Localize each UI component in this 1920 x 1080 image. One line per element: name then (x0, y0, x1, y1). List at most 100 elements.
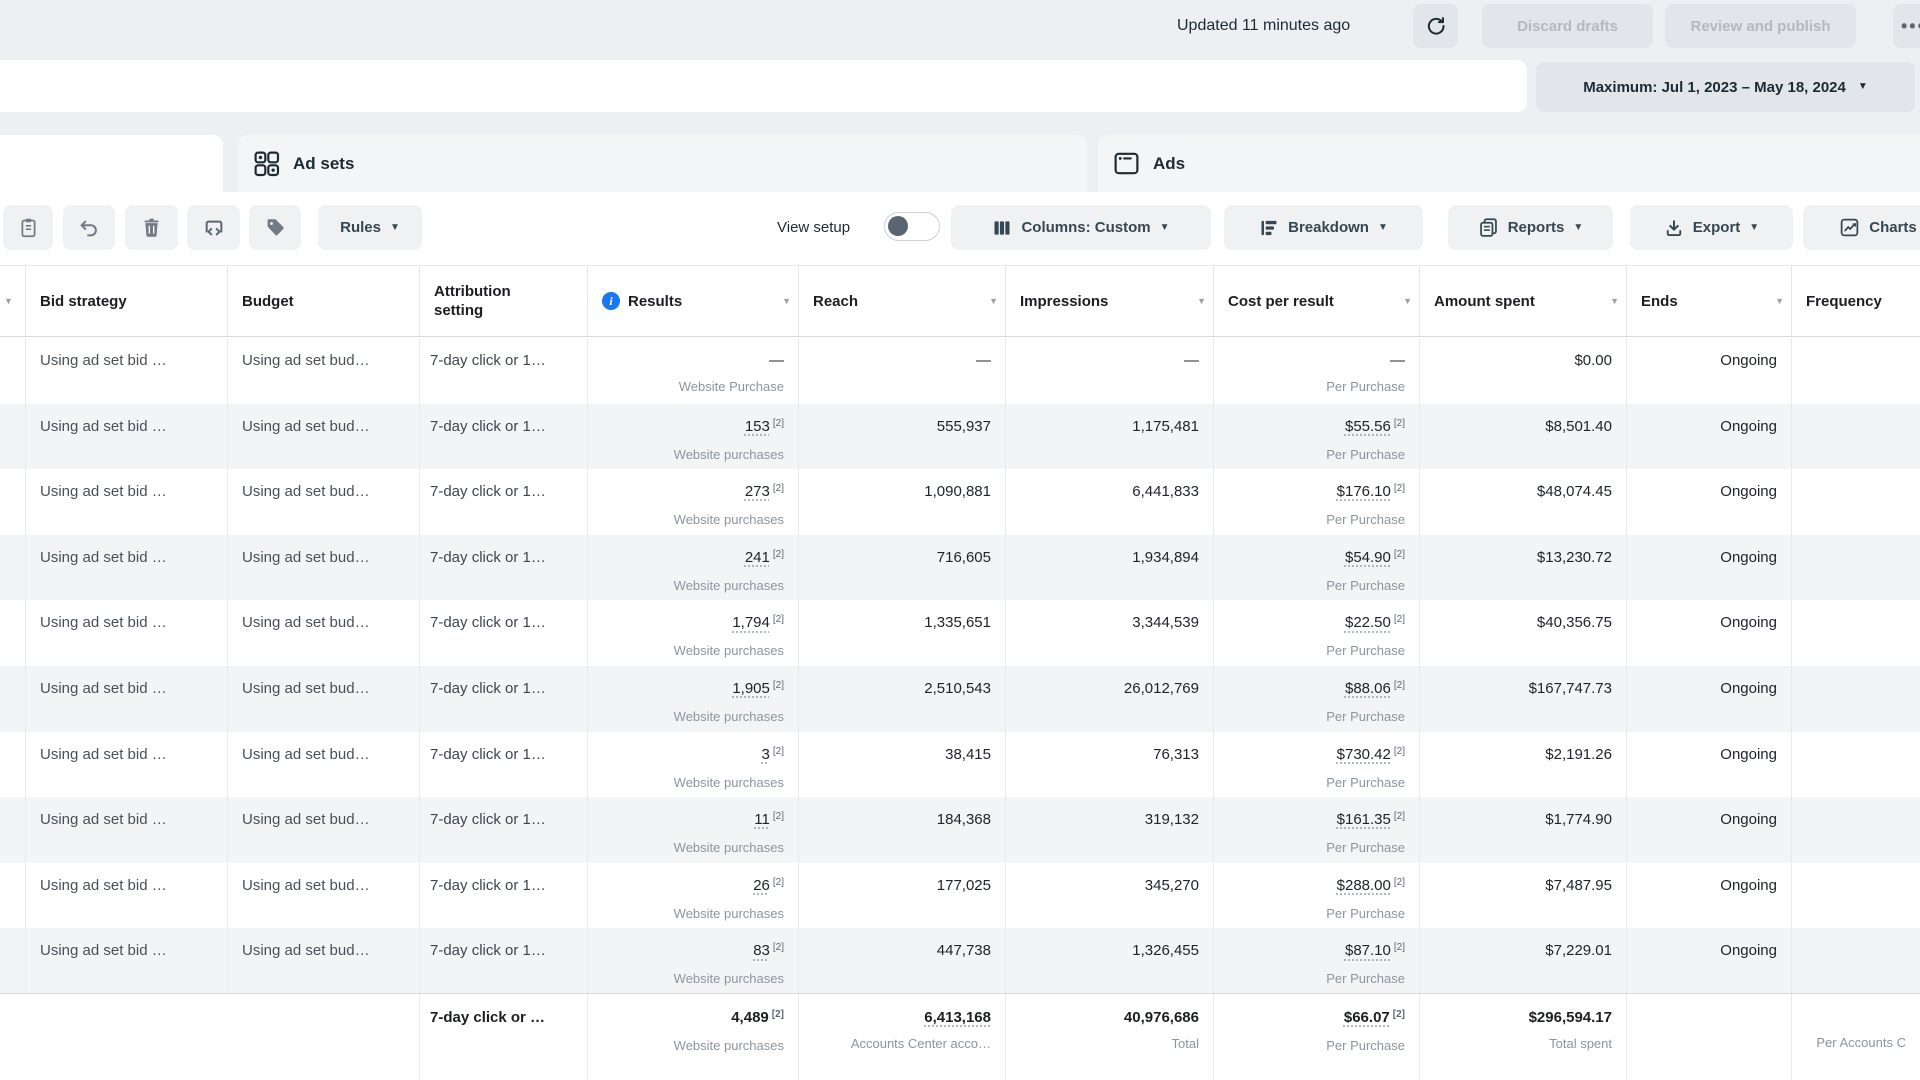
columns-button[interactable]: Columns: Custom ▼ (951, 205, 1211, 250)
rules-button[interactable]: Rules ▼ (318, 205, 422, 250)
cost-per-result-link[interactable]: $88.06 (1345, 680, 1391, 697)
table-row[interactable]: Using ad set bid …Using ad set bud…7-day… (0, 469, 1920, 535)
header-results[interactable]: iResults▼ (588, 266, 799, 336)
cell-cost-per-result: $55.56[2]Per Purchase (1214, 404, 1420, 470)
tag-button[interactable] (249, 205, 301, 250)
results-subtitle: Website purchases (588, 447, 798, 463)
table-row[interactable]: Using ad set bid …Using ad set bud…7-day… (0, 338, 1920, 404)
table-row[interactable]: Using ad set bid …Using ad set bud…7-day… (0, 797, 1920, 863)
results-link[interactable]: 11 (754, 811, 770, 828)
footnote-marker: [2] (773, 811, 784, 822)
chevron-down-icon: ▼ (1160, 223, 1170, 233)
cost-per-result-value: $730.42[2] (1214, 745, 1419, 766)
table-row[interactable]: Using ad set bid …Using ad set bud…7-day… (0, 404, 1920, 470)
cell-ends: Ongoing (1627, 404, 1792, 470)
table-row[interactable]: Using ad set bid …Using ad set bud…7-day… (0, 863, 1920, 929)
ab-test-button[interactable] (187, 205, 240, 250)
date-range-button[interactable]: Maximum: Jul 1, 2023 – May 18, 2024 ▼ (1536, 62, 1915, 112)
header-reach[interactable]: Reach▼ (799, 266, 1006, 336)
header-cost-per-result[interactable]: Cost per result▼ (1214, 266, 1420, 336)
results-number: — (769, 352, 784, 369)
more-options-button[interactable]: ••• (1893, 4, 1920, 48)
cell-amount-spent: $7,229.01 (1420, 928, 1627, 994)
cost-per-result-link[interactable]: $55.56 (1345, 418, 1391, 435)
cell-bid-strategy: Using ad set bid … (26, 797, 228, 863)
totals-reach-link[interactable]: 6,413,168 (924, 1009, 991, 1026)
duplicate-button[interactable] (3, 205, 53, 250)
breakdown-button[interactable]: Breakdown ▼ (1224, 205, 1423, 250)
view-setup-label: View setup (777, 205, 850, 250)
cost-per-result-link[interactable]: $87.10 (1345, 942, 1391, 959)
table-row[interactable]: Using ad set bid …Using ad set bud…7-day… (0, 666, 1920, 732)
amount-spent-value: $40,356.75 (1420, 613, 1626, 632)
review-and-publish-button[interactable]: Review and publish (1665, 4, 1856, 48)
results-link[interactable]: 153 (745, 418, 770, 435)
cell-budget: Using ad set bud… (228, 732, 420, 798)
bid-strategy-value: Using ad set bid … (26, 876, 227, 895)
refresh-button[interactable] (1413, 4, 1458, 48)
cost-per-result-subtitle: Per Purchase (1214, 379, 1419, 395)
reports-button[interactable]: Reports ▼ (1448, 205, 1613, 250)
cost-per-result-link[interactable]: $176.10 (1337, 483, 1391, 500)
impressions-value: 1,175,481 (1006, 417, 1213, 436)
header-collapsed-column[interactable]: ▼ (0, 266, 26, 336)
table-row[interactable]: Using ad set bid …Using ad set bud…7-day… (0, 600, 1920, 666)
cell-impressions: 26,012,769 (1006, 666, 1214, 732)
results-link[interactable]: 1,794 (732, 614, 770, 631)
cost-per-result-subtitle: Per Purchase (1214, 643, 1419, 659)
results-link[interactable]: 273 (745, 483, 770, 500)
table-row[interactable]: Using ad set bid …Using ad set bud…7-day… (0, 535, 1920, 601)
results-value: 11[2] (588, 810, 798, 831)
impressions-value: 1,934,894 (1006, 548, 1213, 567)
info-icon[interactable]: i (602, 292, 620, 310)
row-edge-cell (0, 469, 26, 535)
results-link[interactable]: 83 (753, 942, 770, 959)
ends-value: Ongoing (1627, 679, 1791, 698)
cost-per-result-link[interactable]: $730.42 (1337, 746, 1391, 763)
delete-button[interactable] (125, 205, 178, 250)
results-link[interactable]: 3 (762, 746, 770, 763)
cell-cost-per-result: $288.00[2]Per Purchase (1214, 863, 1420, 929)
header-amount-spent[interactable]: Amount spent▼ (1420, 266, 1627, 336)
footnote-marker: [2] (1394, 877, 1405, 888)
impressions-value: 3,344,539 (1006, 613, 1213, 632)
tab-ad-sets[interactable]: Ad sets (238, 135, 1087, 192)
results-link[interactable]: 1,905 (732, 680, 770, 697)
undo-button[interactable] (63, 205, 115, 250)
ends-value: Ongoing (1627, 613, 1791, 632)
impressions-value: 319,132 (1006, 810, 1213, 829)
filter-bar[interactable] (0, 60, 1527, 112)
tab-ads[interactable]: Ads (1098, 135, 1920, 192)
footnote-marker: [2] (1393, 1009, 1405, 1020)
cell-amount-spent: $48,074.45 (1420, 469, 1627, 535)
charts-button[interactable]: Charts (1803, 205, 1920, 250)
cell-attribution-setting: 7-day click or 1… (420, 469, 588, 535)
header-ends[interactable]: Ends▼ (1627, 266, 1792, 336)
results-link[interactable]: 26 (753, 877, 770, 894)
cost-per-result-link[interactable]: $161.35 (1337, 811, 1391, 828)
totals-cost-per-result-link[interactable]: $66.07 (1344, 1009, 1390, 1026)
cell-budget: Using ad set bud… (228, 863, 420, 929)
attribution-setting-value: 7-day click or 1… (420, 810, 587, 829)
table-row[interactable]: Using ad set bid …Using ad set bud…7-day… (0, 928, 1920, 994)
view-setup-toggle[interactable] (884, 212, 940, 241)
cost-per-result-subtitle: Per Purchase (1214, 840, 1419, 856)
cell-impressions: 76,313 (1006, 732, 1214, 798)
cost-per-result-link[interactable]: $288.00 (1337, 877, 1391, 894)
impressions-number: 76,313 (1153, 746, 1199, 763)
export-button[interactable]: Export ▼ (1630, 205, 1793, 250)
header-impressions[interactable]: Impressions▼ (1006, 266, 1214, 336)
results-value: 273[2] (588, 482, 798, 503)
results-link[interactable]: 241 (745, 549, 770, 566)
cell-frequency (1792, 600, 1920, 666)
cost-per-result-link[interactable]: $22.50 (1345, 614, 1391, 631)
cost-per-result-link[interactable]: $54.90 (1345, 549, 1391, 566)
table-header-row: ▼ Bid strategy Budget Attribution settin… (0, 265, 1920, 337)
header-label: Frequency (1806, 292, 1882, 311)
table-row[interactable]: Using ad set bid …Using ad set bud…7-day… (0, 732, 1920, 798)
discard-drafts-button[interactable]: Discard drafts (1482, 4, 1653, 48)
tab-campaigns-partial[interactable] (0, 135, 223, 192)
bid-strategy-value: Using ad set bid … (26, 679, 227, 698)
cell-budget: Using ad set bud… (228, 535, 420, 601)
updated-status: Updated 11 minutes ago (1177, 0, 1350, 52)
